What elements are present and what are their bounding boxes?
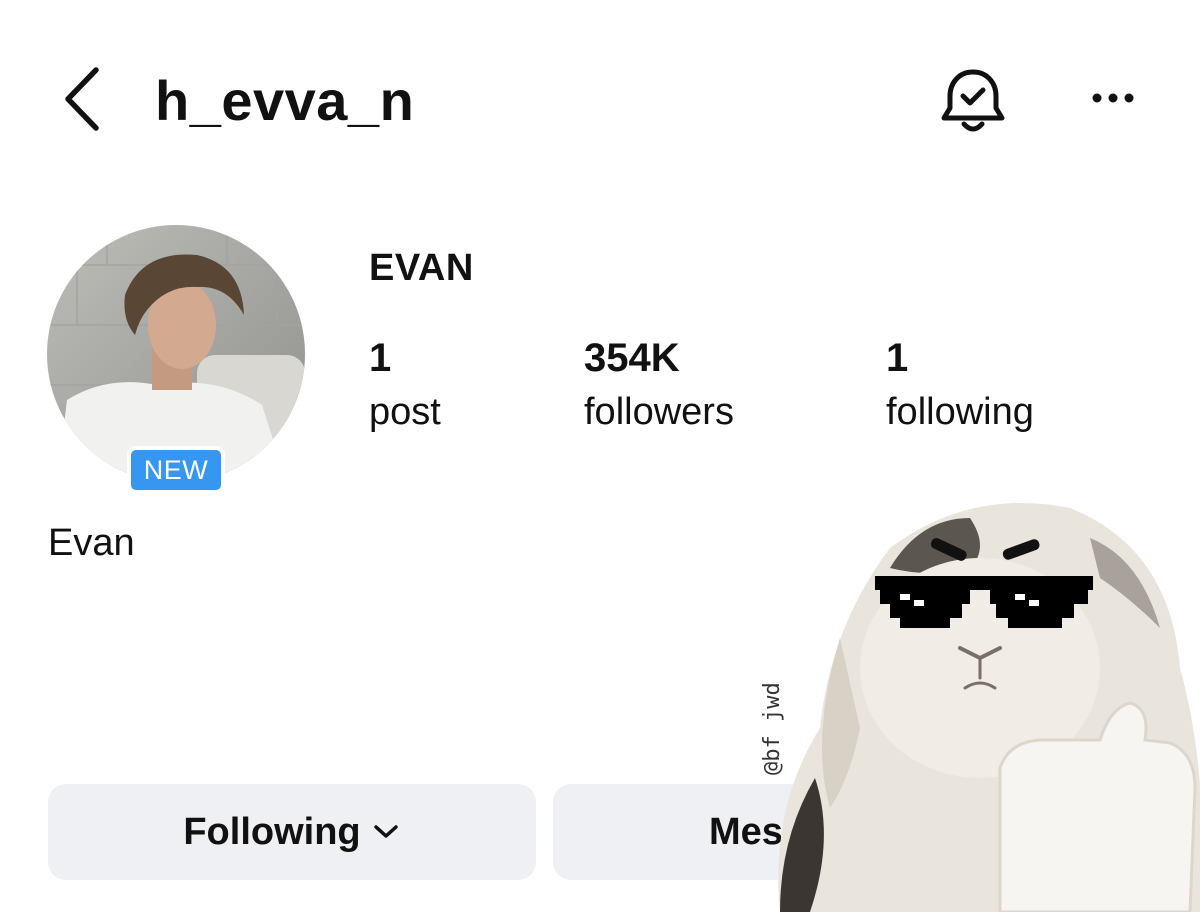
profile-photo [47,225,305,483]
bunny-sticker [740,478,1200,914]
notifications-button[interactable] [936,66,1010,136]
chevron-down-icon [373,825,398,838]
more-dots-icon [1092,93,1134,103]
back-button[interactable] [58,64,106,134]
bunny-sunglasses-image [778,503,1200,914]
following-label[interactable]: following [886,391,1034,434]
bio-name: Evan [48,522,135,564]
avatar[interactable] [47,225,305,483]
following-button[interactable]: Following [48,784,536,880]
new-badge: NEW [127,446,225,494]
display-name: EVAN [369,247,474,289]
following-button-label: Following [183,810,361,853]
posts-count[interactable]: 1 [369,336,391,381]
posts-label[interactable]: post [369,391,441,434]
more-options-button[interactable] [1080,76,1146,120]
bell-check-icon [941,69,1005,132]
profile-username: h_evva_n [155,69,415,132]
followers-count[interactable]: 354K [584,336,680,381]
following-count[interactable]: 1 [886,336,908,381]
chevron-left-icon [65,67,99,131]
watermark: @bf jwd [760,682,785,775]
followers-label[interactable]: followers [584,391,734,434]
